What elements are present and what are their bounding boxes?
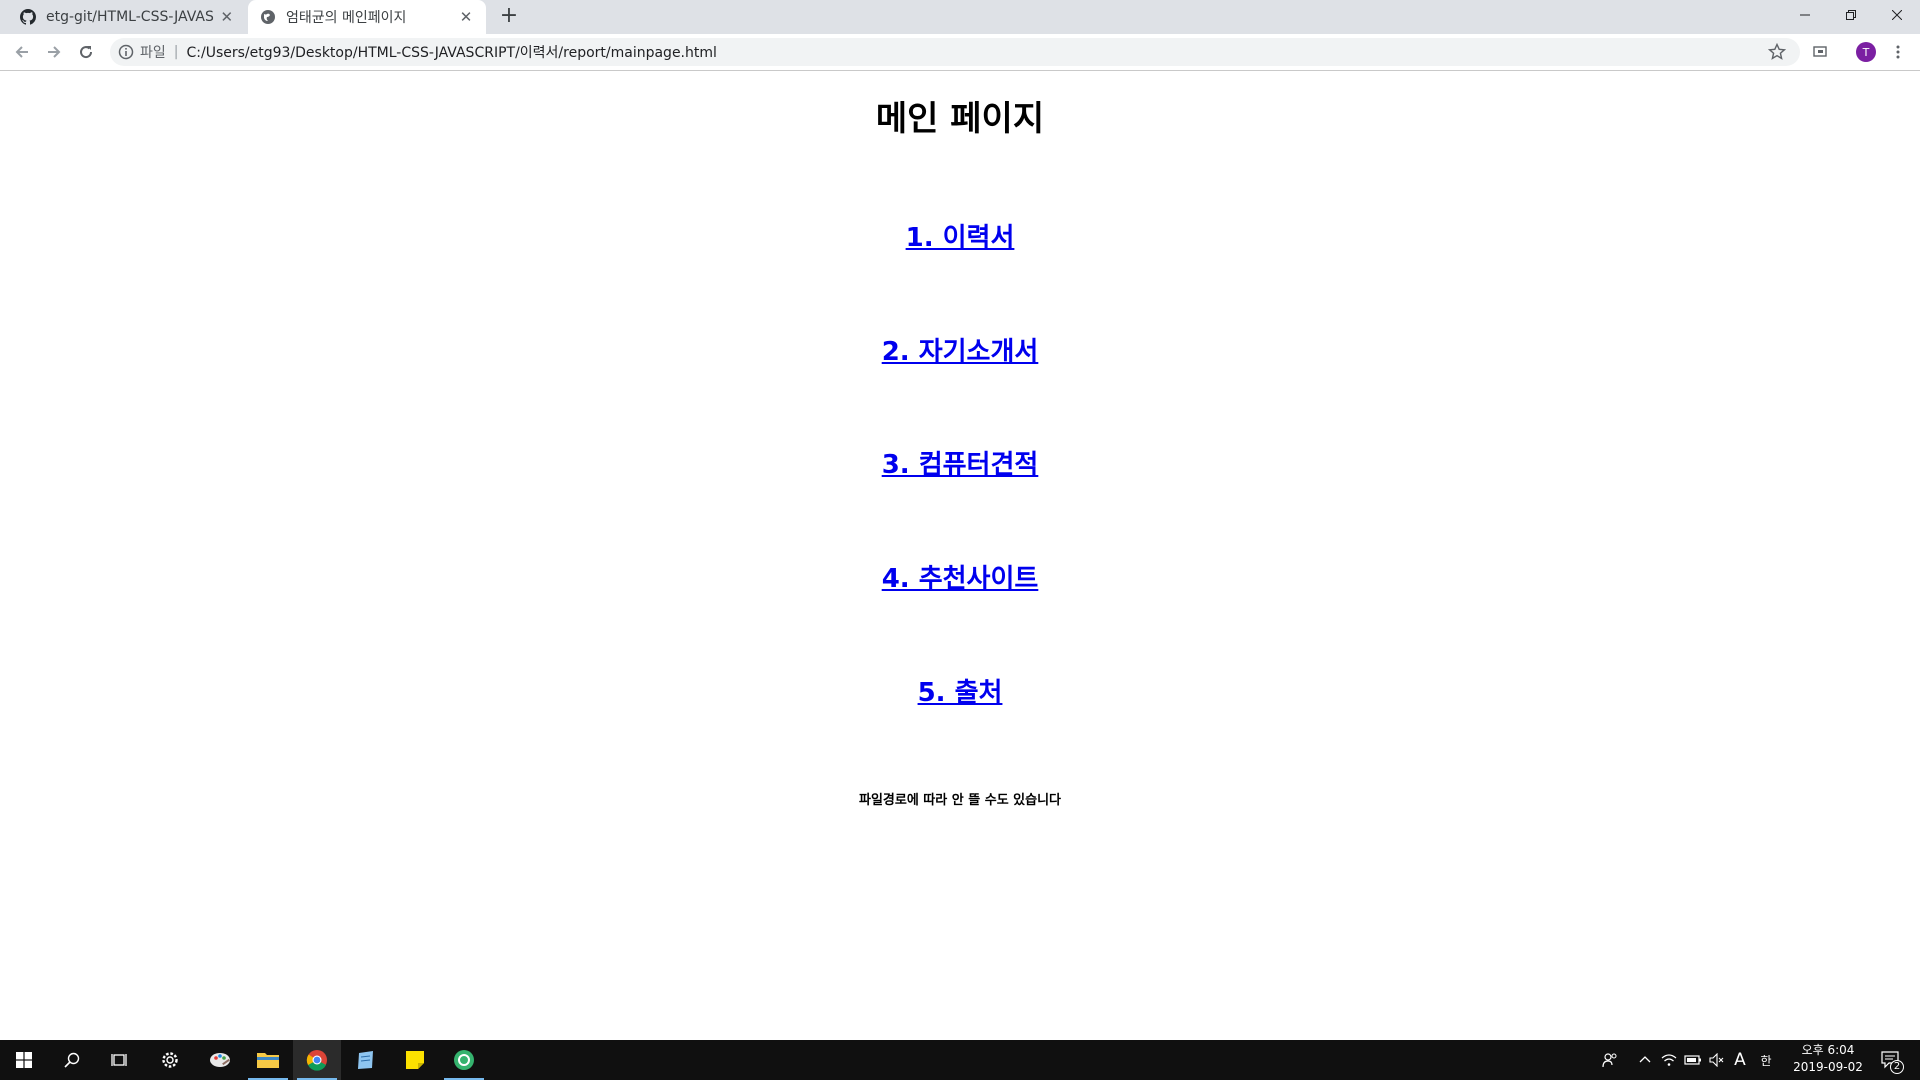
paint-palette-icon: [210, 1053, 230, 1067]
network-button[interactable]: [1658, 1040, 1680, 1080]
tab-github[interactable]: etg-git/HTML-CSS-JAVASCR ✕: [8, 0, 246, 34]
link-self-introduction[interactable]: 2. 자기소개서: [882, 337, 1039, 367]
taskbar-chrome[interactable]: [293, 1040, 341, 1080]
tab-mainpage[interactable]: 엄태균의 메인페이지 ✕: [248, 0, 486, 34]
notification-count: 2: [1890, 1060, 1904, 1074]
search-icon: [64, 1052, 80, 1068]
action-center-button[interactable]: 2: [1874, 1040, 1908, 1080]
reload-button[interactable]: [74, 40, 98, 64]
taskbar-notepad[interactable]: [342, 1040, 390, 1080]
file-path-note: 파일경로에 따라 안 뜰 수도 있습니다: [858, 793, 1062, 808]
github-icon: [20, 9, 36, 25]
tab-strip: etg-git/HTML-CSS-JAVASCR ✕ 엄태균의 메인페이지 ✕ …: [0, 0, 1920, 34]
link-computer-estimate[interactable]: 3. 컴퓨터견적: [882, 450, 1039, 480]
task-view-button[interactable]: [96, 1040, 144, 1080]
tab-title: etg-git/HTML-CSS-JAVASCR: [46, 9, 214, 25]
taskbar-file-explorer[interactable]: [244, 1040, 292, 1080]
tab-title: 엄태균의 메인페이지: [286, 10, 407, 26]
clock-date: 2019-09-02: [1793, 1060, 1863, 1074]
nav-link-pc-estimate: 3. 컴퓨터견적: [0, 444, 1920, 481]
avatar: T: [1856, 42, 1876, 62]
close-icon[interactable]: ✕: [220, 8, 234, 26]
link-sources[interactable]: 5. 출처: [918, 678, 1003, 708]
reload-icon: [80, 46, 93, 59]
arrow-right-icon: [48, 46, 61, 58]
taskbar-clock[interactable]: 오후 6:04 2019-09-02: [1788, 1042, 1868, 1078]
close-window-button[interactable]: [1874, 0, 1920, 30]
nav-link-resume: 1. 이력서: [0, 217, 1920, 254]
close-icon[interactable]: ✕: [458, 8, 474, 26]
bookmark-star-icon[interactable]: [1768, 43, 1786, 61]
windows-logo-icon: [16, 1052, 32, 1068]
wifi-icon: [1661, 1054, 1677, 1066]
task-view-icon: [111, 1054, 127, 1066]
nav-link-sources: 5. 출처: [0, 672, 1920, 709]
menu-button[interactable]: [1886, 40, 1910, 64]
chrome-icon: [306, 1050, 327, 1071]
ime-mode-button[interactable]: 한: [1756, 1040, 1776, 1080]
folder-icon: [257, 1053, 279, 1068]
tray-overflow-button[interactable]: [1634, 1040, 1656, 1080]
gear-icon: [162, 1052, 178, 1068]
search-button[interactable]: [48, 1040, 96, 1080]
forward-button[interactable]: [42, 40, 66, 64]
chevron-up-icon: [1639, 1056, 1651, 1063]
globe-icon: [261, 10, 275, 24]
link-recommended-sites[interactable]: 4. 추천사이트: [882, 564, 1039, 594]
taskbar-git-app[interactable]: [440, 1040, 488, 1080]
url-text[interactable]: C:/Users/etg93/Desktop/HTML-CSS-JAVASCRI…: [186, 42, 716, 62]
sticky-note-icon: [406, 1051, 424, 1069]
taskbar-sticky-notes[interactable]: [391, 1040, 439, 1080]
clock-time: 오후 6:04: [1801, 1043, 1855, 1057]
browser-toolbar: 파일 | C:/Users/etg93/Desktop/HTML-CSS-JAV…: [0, 34, 1920, 71]
battery-icon: [1684, 1055, 1701, 1065]
info-icon[interactable]: [118, 44, 134, 60]
taskbar: A 한 오후 6:04 2019-09-02 2: [0, 1040, 1920, 1080]
taskbar-settings[interactable]: [146, 1040, 194, 1080]
volume-button[interactable]: [1706, 1040, 1728, 1080]
more-vertical-icon: [1896, 45, 1900, 59]
battery-button[interactable]: [1682, 1040, 1704, 1080]
page-content: 메인 페이지 1. 이력서 2. 자기소개서 3. 컴퓨터견적 4. 추천사이트…: [0, 71, 1920, 1039]
nav-link-self-intro: 2. 자기소개서: [0, 331, 1920, 368]
taskbar-paint-app[interactable]: [196, 1040, 244, 1080]
restore-button[interactable]: [1828, 0, 1874, 30]
back-button[interactable]: [10, 40, 34, 64]
input-language-button[interactable]: A: [1730, 1040, 1750, 1080]
scheme-label: 파일: [140, 45, 166, 61]
page-title: 메인 페이지: [875, 99, 1045, 139]
start-button[interactable]: [0, 1040, 48, 1080]
link-resume[interactable]: 1. 이력서: [906, 223, 1015, 253]
app-round-icon: [454, 1050, 474, 1070]
cast-icon: [1813, 46, 1827, 57]
scheme-divider: |: [173, 44, 179, 60]
volume-muted-icon: [1709, 1053, 1724, 1067]
nav-link-recommended-sites: 4. 추천사이트: [0, 558, 1920, 595]
notepad-icon: [358, 1051, 373, 1069]
cast-button[interactable]: [1808, 40, 1832, 64]
minimize-icon: [1800, 14, 1810, 16]
restore-icon: [1846, 10, 1856, 20]
close-icon: [1892, 10, 1902, 20]
new-tab-button[interactable]: +: [498, 5, 520, 28]
profile-button[interactable]: T: [1854, 40, 1878, 64]
people-icon: [1602, 1053, 1617, 1068]
people-button[interactable]: [1598, 1040, 1622, 1080]
address-bar[interactable]: 파일 | C:/Users/etg93/Desktop/HTML-CSS-JAV…: [110, 38, 1800, 66]
minimize-button[interactable]: [1782, 0, 1828, 30]
arrow-left-icon: [15, 46, 28, 58]
